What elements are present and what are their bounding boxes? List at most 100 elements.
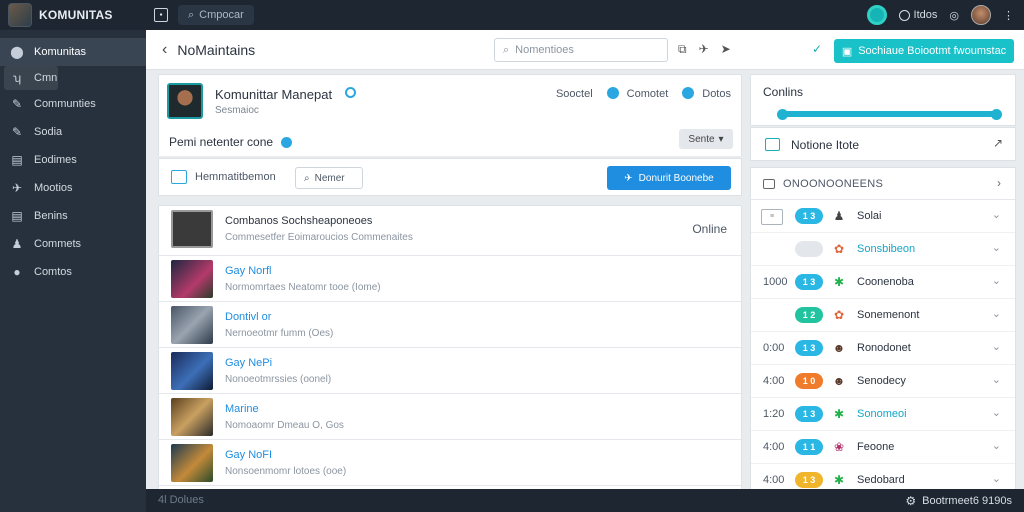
list-item[interactable]: Combanos Sochsheaponeoes Commesetfer Eoi…	[159, 206, 741, 256]
post-title[interactable]: Gay NePi	[225, 357, 272, 369]
member-row[interactable]: 1000 1 3 ✱ Coonenoba ⌄	[751, 266, 1015, 299]
gear-icon: ✱	[833, 407, 845, 421]
list-item[interactable]: Marine Nomoaomr Dmeau O, Gos	[159, 394, 741, 440]
members-header[interactable]: ONOONOONEENS ›	[751, 168, 1015, 200]
member-row[interactable]: ≡ 1 3 ♟ Solai ⌄	[751, 200, 1015, 233]
profile-link[interactable]: Comotet	[606, 87, 668, 100]
sidebar-item-sodia[interactable]: ✎ Sodia	[0, 118, 146, 146]
member-count-badge: 1 0	[795, 373, 823, 389]
post-title[interactable]: Gay NoFI	[225, 449, 272, 461]
online-progress-track[interactable]	[783, 111, 1001, 117]
send-icon[interactable]: ➤	[721, 42, 731, 57]
sidebar-item-label: Eodimes	[34, 154, 77, 166]
list-item[interactable]: Gay NoFI Nonsoenmomr lotoes (ooe)	[159, 440, 741, 486]
toolbar-label: Hemmatitbemon	[195, 171, 276, 183]
sidebar-item-eodimes[interactable]: ▤ Eodimes	[0, 146, 146, 174]
search-placeholder: Nomentioes	[515, 44, 574, 56]
chevron-down-icon[interactable]: ⌄	[992, 208, 1001, 221]
member-row[interactable]: 1 2 ✿ Sonemenont ⌄	[751, 299, 1015, 332]
sidebar-item-cmn[interactable]: ʮ Cmn	[4, 66, 58, 90]
member-name[interactable]: Ronodonet	[857, 342, 911, 354]
post-subtitle: Nonoeotmrssies (oonel)	[225, 374, 332, 385]
chevron-down-icon[interactable]: ⌄	[992, 274, 1001, 287]
member-count-badge: 1 3	[795, 340, 823, 356]
post-subtitle: Nomoaomr Dmeau O, Gos	[225, 420, 344, 431]
member-name[interactable]: Sonomeoi	[857, 408, 907, 420]
user-avatar[interactable]	[971, 5, 991, 25]
member-row[interactable]: 4:00 1 1 ❀ Feoone ⌄	[751, 431, 1015, 464]
status-ring-icon[interactable]	[866, 5, 887, 25]
sidebar-item-komunitas[interactable]: ⬤ Komunitas	[0, 38, 146, 66]
toolbar-action-button[interactable]: ✈ Donurit Boonebe	[607, 166, 731, 190]
post-title[interactable]: Marine	[225, 403, 259, 415]
page-title: NoMaintains	[177, 41, 256, 58]
member-row[interactable]: 0:00 1 3 ☻ Ronodonet ⌄	[751, 332, 1015, 365]
post-thumbnail	[171, 306, 213, 344]
main-header: ‹ NoMaintains ⌕ Nomentioes ⧉ ✈ ➤ ✓ ▣ Soc…	[146, 30, 1024, 70]
primary-cta-button[interactable]: ▣ Sochiaue Boiootmt fwoumstac	[834, 39, 1014, 63]
chevron-right-icon[interactable]: ›	[997, 176, 1001, 190]
menu-icon[interactable]: ⋮	[1003, 9, 1014, 22]
profile-link[interactable]: Sooctel	[556, 88, 593, 100]
chevron-down-icon[interactable]: ⌄	[992, 340, 1001, 353]
back-arrow-icon[interactable]: ‹	[162, 41, 167, 59]
plane-icon: ✈	[11, 181, 23, 195]
list-item[interactable]: Gay NePi Nonoeotmrssies (oonel)	[159, 348, 741, 394]
post-thumbnail	[171, 260, 213, 298]
brand[interactable]: KOMUNITAS	[0, 3, 146, 27]
member-name[interactable]: Coonenoba	[857, 276, 914, 288]
footer-status: ⚙ Bootrmeet6 9190s	[905, 494, 1012, 508]
sort-select[interactable]: Sente ▾	[679, 129, 733, 149]
chevron-down-icon[interactable]: ⌄	[992, 439, 1001, 452]
sidebar-item-commets[interactable]: ♟ Commets	[0, 230, 146, 258]
profile-link[interactable]: Dotos	[682, 87, 731, 100]
window-icon[interactable]: ▪	[154, 8, 168, 22]
folder-icon	[763, 179, 775, 189]
notification-panel[interactable]: Notione Itote ↗	[750, 127, 1016, 161]
top-search[interactable]: ⌕ Cmpocar	[178, 5, 254, 25]
toolbar-search[interactable]: ⌕ Nemer	[295, 167, 363, 189]
list-item[interactable]: Gay Norfl Normomrtaes Neatomr tooe (Iome…	[159, 256, 741, 302]
arrow-up-right-icon[interactable]: ↗	[993, 136, 1003, 150]
member-name[interactable]: Sedobard	[857, 474, 905, 486]
member-name[interactable]: Sonsbibeon	[857, 243, 915, 255]
member-name[interactable]: Solai	[857, 210, 881, 222]
badge-icon: ✿	[833, 242, 845, 256]
sidebar-item-mootios[interactable]: ✈ Mootios	[0, 174, 146, 202]
progress-end-handle[interactable]	[990, 109, 1002, 120]
share-icon[interactable]: ⧉	[678, 42, 687, 57]
settings-icon[interactable]: ◎	[949, 9, 959, 22]
list-item[interactable]: Dontivl or Nernoeotmr fumm (Oes)	[159, 302, 741, 348]
chevron-down-icon[interactable]: ⌄	[992, 373, 1001, 386]
post-list: Combanos Sochsheaponeoes Commesetfer Eoi…	[158, 205, 742, 495]
member-row[interactable]: 4:00 1 0 ☻ Senodecy ⌄	[751, 365, 1015, 398]
plane-icon[interactable]: ✈	[699, 42, 709, 57]
post-title[interactable]: Dontivl or	[225, 311, 271, 323]
avatar-icon: ☻	[832, 341, 846, 355]
info-icon[interactable]	[281, 136, 293, 148]
sidebar-item-label: Komunitas	[34, 46, 86, 58]
member-name[interactable]: Feoone	[857, 441, 894, 453]
gear-icon: ✱	[833, 473, 845, 487]
member-row[interactable]: 1:20 1 3 ✱ Sonomeoi ⌄	[751, 398, 1015, 431]
member-time: 1000	[763, 276, 788, 288]
search-input[interactable]: ⌕ Nomentioes	[494, 38, 668, 62]
member-count-badge	[795, 241, 823, 257]
sidebar-item-label: Cmn	[34, 72, 58, 84]
chevron-down-icon[interactable]: ⌄	[992, 307, 1001, 320]
chevron-down-icon[interactable]: ⌄	[992, 406, 1001, 419]
sidebar-item-communties[interactable]: ✎ Communties	[0, 90, 146, 118]
member-row[interactable]: ✿ Sonsbibeon ⌄	[751, 233, 1015, 266]
gear-icon[interactable]: ⚙	[905, 494, 916, 508]
check-icon[interactable]: ✓	[812, 42, 822, 56]
sidebar-item-comtos[interactable]: ● Comtos	[0, 258, 146, 286]
post-title[interactable]: Gay Norfl	[225, 265, 271, 277]
sidebar-item-label: Communties	[34, 98, 96, 110]
progress-start-handle[interactable]	[777, 109, 788, 120]
chevron-down-icon[interactable]: ⌄	[992, 241, 1001, 254]
profile-avatar[interactable]	[167, 83, 203, 119]
member-name[interactable]: Senodecy	[857, 375, 906, 387]
member-name[interactable]: Sonemenont	[857, 309, 919, 321]
sidebar-item-benins[interactable]: ▤ Benins	[0, 202, 146, 230]
chevron-down-icon[interactable]: ⌄	[992, 472, 1001, 485]
